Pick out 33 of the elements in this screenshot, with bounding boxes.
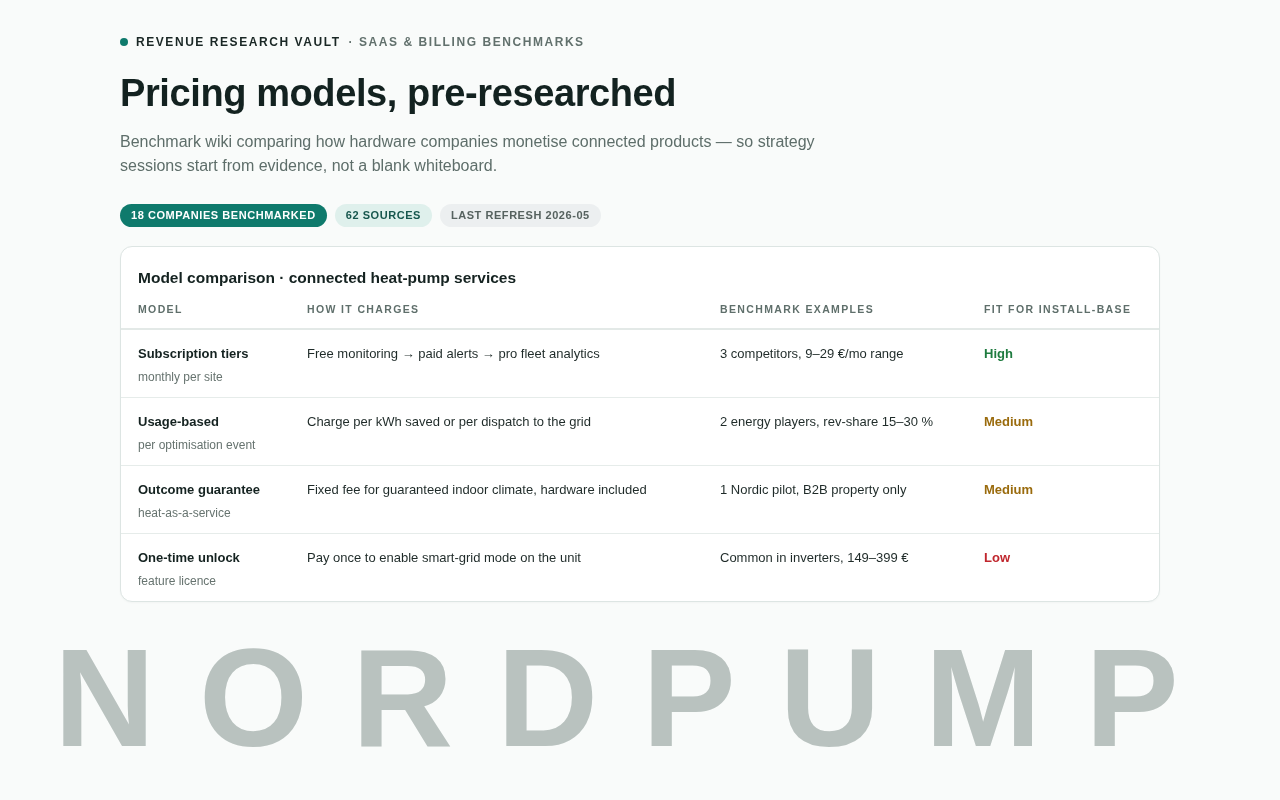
table-cell: Fixed fee for guaranteed indoor climate, hardware included [290, 465, 703, 534]
model-name: One-time unlock [138, 549, 241, 567]
column-header: BENCHMARK EXAMPLES [703, 288, 967, 329]
fit-rating: Medium [984, 482, 1034, 497]
model-note: per optimisation event [138, 437, 257, 454]
table-cell: Common in inverters, 149–399 € [703, 533, 967, 601]
model-note: feature licence [138, 573, 218, 590]
column-header: MODEL [121, 288, 290, 329]
brand-label: REVENUE RESEARCH VAULT [136, 34, 341, 50]
section-label: · SAAS & BILLING BENCHMARKS [348, 34, 585, 50]
fit-rating: Low [984, 550, 1010, 565]
fit-rating: Medium [984, 414, 1034, 429]
page-description: Benchmark wiki comparing how hardware companies monetise connected products — so strategy sessions start from evidence, not a blank whiteboard. [120, 132, 816, 176]
table-cell: 1 Nordic pilot, B2B property only [703, 465, 967, 534]
column-header: FIT FOR INSTALL-BASE [967, 288, 1159, 329]
model-name: Subscription tiers [138, 345, 250, 363]
column-header: HOW IT CHARGES [290, 288, 703, 329]
fit-rating: High [984, 346, 1013, 361]
table-cell: Free monitoring → paid alerts → pro fleet analytics [290, 329, 703, 398]
model-name: Outcome guarantee [138, 481, 262, 499]
stat-badge: 18 COMPANIES BENCHMARKED [120, 204, 327, 227]
model-note: monthly per site [138, 369, 224, 386]
stat-badge: LAST REFRESH 2026-05 [439, 204, 601, 227]
table-cell: Charge per kWh saved or per dispatch to the grid [290, 397, 703, 466]
stat-badge: 62 SOURCES [334, 204, 432, 227]
table-cell: 2 energy players, rev-share 15–30 % [703, 397, 967, 466]
page-title: Pricing models, pre-researched [120, 71, 678, 116]
model-note: heat-as-a-service [138, 505, 232, 522]
status-dot-icon [120, 38, 128, 46]
table-cell: 3 competitors, 9–29 €/mo range [703, 329, 967, 398]
model-name: Usage-based [138, 413, 220, 431]
table-title: Model comparison · connected heat-pump services [137, 268, 518, 288]
table-cell: Pay once to enable smart-grid mode on the unit [290, 533, 703, 601]
